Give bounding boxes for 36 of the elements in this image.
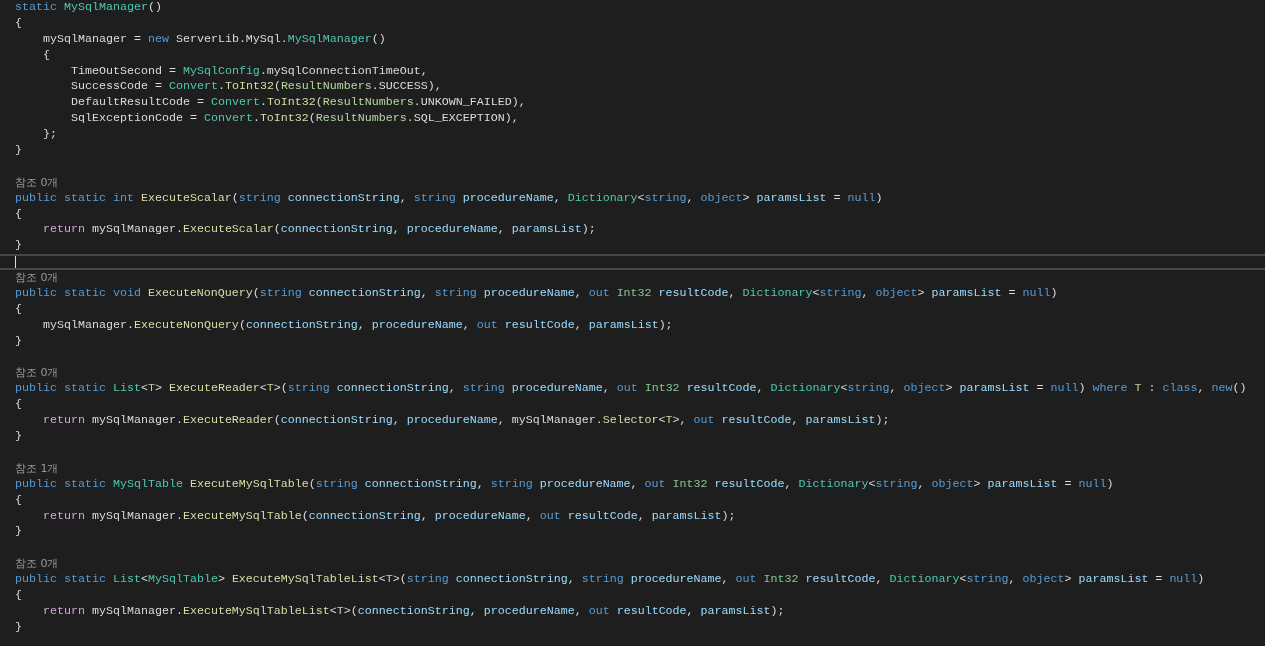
code-line: { [15, 301, 22, 318]
code-line: DefaultResultCode = Convert.ToInt32(ResultNumbers.UNKOWN_FAILED), [71, 95, 526, 112]
code-line: }; [43, 127, 57, 144]
code-line: static MySqlManager() [15, 0, 162, 16]
code-line: { [15, 397, 22, 414]
code-line: { [15, 587, 22, 604]
code-line: return mySqlManager.ExecuteScalar(connectionString, procedureName, paramsList); [43, 222, 596, 239]
code-line: SuccessCode = Convert.ToInt32(ResultNumbers.SUCCESS), [71, 79, 442, 96]
code-line: return mySqlManager.ExecuteMySqlTableList<T>(connectionString, procedureName, out resultCode, paramsList); [43, 603, 785, 620]
text-cursor [15, 256, 16, 269]
code-line: { [15, 206, 22, 223]
code-line: } [15, 238, 22, 255]
code-line: } [15, 143, 22, 159]
code-line: return mySqlManager.ExecuteReader(connectionString, procedureName, mySqlManager.Selector<T>, out resultCode, paramsList); [43, 413, 890, 430]
code-line: public static int ExecuteScalar(string connectionString, string procedureName, Dictionary<string, object> paramsList = null) [15, 190, 883, 207]
reference-count-link[interactable]: 참조 0개 [15, 270, 59, 287]
code-line: { [43, 47, 50, 64]
code-line: } [15, 429, 22, 445]
code-line: public static List<MySqlTable> ExecuteMySqlTableList<T>(string connectionString, string procedureName, out Int32 resultCode, Dictionary<string, object> paramsList = null) [15, 572, 1205, 588]
code-line: { [15, 15, 22, 32]
code-line: public static MySqlTable ExecuteMySqlTable(string connectionString, string procedureName, out Int32 resultCode, Dictionary<string, object> paramsList = null) [15, 476, 1114, 493]
code-line: mySqlManager = new ServerLib.MySql.MySqlManager() [43, 31, 386, 48]
code-line: } [15, 333, 22, 350]
reference-count-link[interactable]: 참조 0개 [15, 174, 59, 191]
code-line: mySqlManager.ExecuteNonQuery(connectionString, procedureName, out resultCode, paramsList); [43, 317, 673, 334]
code-line: return mySqlManager.ExecuteMySqlTable(connectionString, procedureName, out resultCode, paramsList); [43, 508, 736, 525]
code-line: { [15, 492, 22, 509]
reference-count-link[interactable]: 참조 0개 [15, 365, 59, 382]
code-line: } [15, 524, 22, 541]
code-line: public static List<T> ExecuteReader<T>(string connectionString, string procedureName, out Int32 resultCode, Dictionary<string, object> paramsList = null) where T : class, new() [15, 381, 1247, 398]
reference-count-link[interactable]: 참조 0개 [15, 556, 59, 573]
code-line: public static void ExecuteNonQuery(string connectionString, string procedureName, out Int32 resultCode, Dictionary<string, object> paramsList = null) [15, 286, 1058, 302]
code-line: TimeOutSecond = MySqlConfig.mySqlConnectionTimeOut, [71, 63, 428, 80]
reference-count-link[interactable]: 참조 1개 [15, 460, 59, 477]
code-line: } [15, 619, 22, 636]
code-line: SqlExceptionCode = Convert.ToInt32(ResultNumbers.SQL_EXCEPTION), [71, 111, 519, 128]
